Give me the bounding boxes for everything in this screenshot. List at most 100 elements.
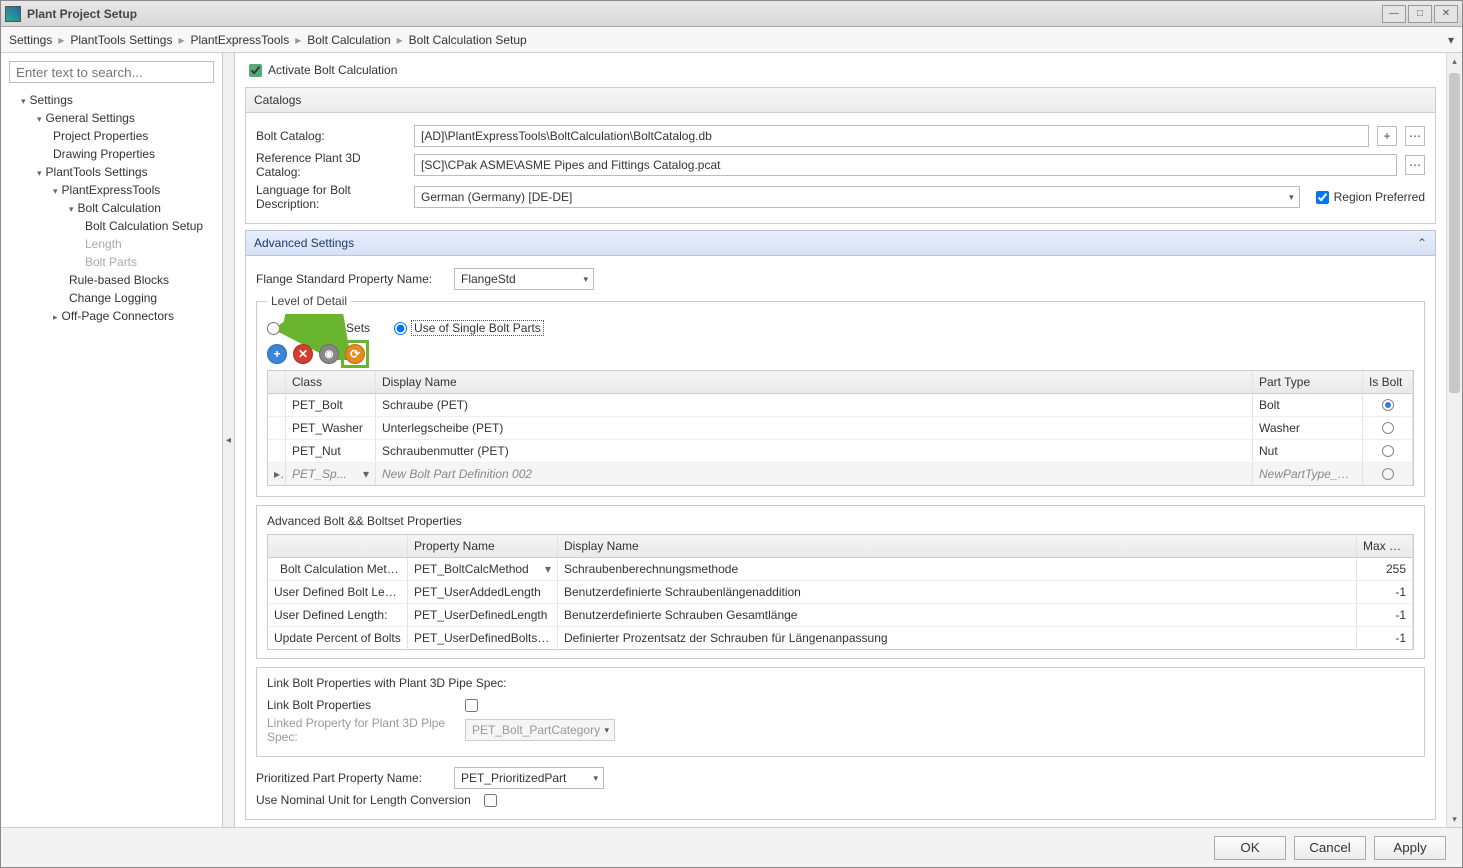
col-display[interactable]: Display Name [558, 535, 1357, 557]
nav-tree: Settings General Settings Project Proper… [9, 91, 214, 325]
cell-class[interactable]: PET_Sp...▾ [286, 463, 376, 485]
add-catalog-button[interactable]: + [1377, 126, 1397, 146]
cell-part: Bolt [1253, 394, 1363, 416]
advanced-settings-header[interactable]: Advanced Settings ⌃ [245, 230, 1436, 256]
radio-boltsets[interactable]: Use of Bolt Sets [267, 321, 370, 335]
browse-catalog-button[interactable]: ⋯ [1405, 126, 1425, 146]
cell-part: NewPartType_002 [1253, 463, 1363, 485]
cell-part: Nut [1253, 440, 1363, 462]
sidebar: Settings General Settings Project Proper… [1, 53, 223, 827]
search-input[interactable] [9, 61, 214, 83]
splitter[interactable]: ◂ [223, 53, 235, 827]
prioritized-dropdown[interactable]: PET_PrioritizedPart [454, 767, 604, 789]
maximize-button[interactable]: □ [1408, 5, 1432, 23]
tree-item-ruleblocks[interactable]: Rule-based Blocks [9, 271, 214, 289]
breadcrumb-item[interactable]: Bolt Calculation [307, 33, 390, 47]
scroll-down-icon[interactable]: ▾ [1447, 811, 1462, 827]
boltset-properties-grid: Property Name Display Name Max Size Bolt… [267, 534, 1414, 650]
language-label: Language for Bolt Description: [256, 183, 406, 211]
tree-item-offpage[interactable]: Off-Page Connectors [9, 307, 214, 325]
tree-item-boltcalc[interactable]: Bolt Calculation [9, 199, 214, 217]
ok-button[interactable]: OK [1214, 836, 1286, 860]
breadcrumb-item[interactable]: Bolt Calculation Setup [409, 33, 527, 47]
cell-isbolt[interactable] [1363, 440, 1413, 462]
adv-boltset-header: Advanced Bolt && Boltset Properties [267, 514, 1414, 528]
table-row[interactable]: User Defined Length: PET_UserDefinedLeng… [268, 604, 1413, 627]
table-row[interactable]: PET_Nut Schraubenmutter (PET) Nut [268, 440, 1413, 463]
table-row[interactable]: PET_Washer Unterlegscheibe (PET) Washer [268, 417, 1413, 440]
prioritized-value: PET_PrioritizedPart [461, 771, 566, 785]
breadcrumb-item[interactable]: Settings [9, 33, 52, 47]
cell-display: Benutzerdefinierte Schraubenlängenadditi… [558, 581, 1357, 603]
cell-max: -1 [1357, 581, 1413, 603]
tree-item-settings[interactable]: Settings [9, 91, 214, 109]
col-parttype[interactable]: Part Type [1253, 371, 1363, 393]
tree-item-drawing-properties[interactable]: Drawing Properties [9, 145, 214, 163]
app-icon [5, 6, 21, 22]
col-class[interactable]: Class [286, 371, 376, 393]
tree-item-plantexpress[interactable]: PlantExpressTools [9, 181, 214, 199]
chevron-left-icon: ◂ [226, 435, 231, 446]
tree-item-boltparts[interactable]: Bolt Parts [9, 253, 214, 271]
table-row[interactable]: User Defined Bolt Length: PET_UserAddedL… [268, 581, 1413, 604]
linkedprop-value: PET_Bolt_PartCategory [472, 723, 600, 737]
col-propname[interactable]: Property Name [408, 535, 558, 557]
breadcrumb-dropdown-icon[interactable]: ▾ [1448, 33, 1454, 47]
cell-prop[interactable]: PET_BoltCalcMethod▾ [408, 558, 558, 580]
tree-item-length[interactable]: Length [9, 235, 214, 253]
cell-prop: PET_UserAddedLength [408, 581, 558, 603]
scrollbar-thumb[interactable] [1449, 73, 1460, 393]
ref3d-catalog-label: Reference Plant 3D Catalog: [256, 151, 406, 179]
tree-item-project-properties[interactable]: Project Properties [9, 127, 214, 145]
minimize-button[interactable]: — [1382, 5, 1406, 23]
bolt-catalog-value: [AD]\PlantExpressTools\BoltCalculation\B… [421, 129, 712, 143]
cancel-button[interactable]: Cancel [1294, 836, 1366, 860]
language-dropdown[interactable]: German (Germany) [DE-DE] [414, 186, 1300, 208]
refresh-button[interactable]: ⟳ [345, 344, 365, 364]
cell-display: Schraube (PET) [376, 394, 1253, 416]
advanced-settings-label: Advanced Settings [254, 236, 354, 250]
nominal-unit-checkbox[interactable] [484, 794, 497, 807]
table-row[interactable]: Bolt Calculation Method: PET_BoltCalcMet… [268, 558, 1413, 581]
col-isbolt[interactable]: Is Bolt [1363, 371, 1413, 393]
titlebar: Plant Project Setup — □ ✕ [1, 1, 1462, 27]
tree-item-boltcalc-setup[interactable]: Bolt Calculation Setup [9, 217, 214, 235]
bolt-catalog-field[interactable]: [AD]\PlantExpressTools\BoltCalculation\B… [414, 125, 1369, 147]
view-row-button[interactable]: ◉ [319, 344, 339, 364]
cell-display: Definierter Prozentsatz der Schrauben fü… [558, 627, 1357, 649]
cell-class: PET_Bolt [286, 394, 376, 416]
tree-item-changelog[interactable]: Change Logging [9, 289, 214, 307]
tree-item-planttools[interactable]: PlantTools Settings [9, 163, 214, 181]
cell-isbolt[interactable] [1363, 463, 1413, 485]
col-display[interactable]: Display Name [376, 371, 1253, 393]
table-row[interactable]: Update Percent of Bolts PET_UserDefinedB… [268, 627, 1413, 649]
catalogs-header-label: Catalogs [254, 93, 301, 107]
cell-display: New Bolt Part Definition 002 [376, 463, 1253, 485]
scrollbar[interactable]: ▴ ▾ [1446, 53, 1462, 827]
breadcrumb-item[interactable]: PlantTools Settings [70, 33, 172, 47]
level-of-detail-fieldset: Level of Detail Use of Bolt Sets Use of … [256, 294, 1425, 497]
apply-button[interactable]: Apply [1374, 836, 1446, 860]
delete-row-button[interactable]: ✕ [293, 344, 313, 364]
cell-isbolt[interactable] [1363, 417, 1413, 439]
activate-boltcalc-label: Activate Bolt Calculation [268, 63, 397, 77]
region-preferred-checkbox[interactable] [1316, 191, 1329, 204]
activate-boltcalc-checkbox[interactable] [249, 64, 262, 77]
tree-item-general[interactable]: General Settings [9, 109, 214, 127]
link-properties-checkbox[interactable] [465, 699, 478, 712]
flange-dropdown[interactable]: FlangeStd [454, 268, 594, 290]
cell-isbolt[interactable] [1363, 394, 1413, 416]
cell-max: -1 [1357, 604, 1413, 626]
ref3d-catalog-field[interactable]: [SC]\CPak ASME\ASME Pipes and Fittings C… [414, 154, 1397, 176]
table-row[interactable]: PET_Bolt Schraube (PET) Bolt [268, 394, 1413, 417]
radio-single[interactable]: Use of Single Bolt Parts [394, 320, 544, 336]
breadcrumb-item[interactable]: PlantExpressTools [190, 33, 289, 47]
col-maxsize[interactable]: Max Size [1357, 535, 1413, 557]
browse-ref3d-button[interactable]: ⋯ [1405, 155, 1425, 175]
collapse-icon[interactable]: ⌃ [1417, 236, 1427, 250]
link-chk-label: Link Bolt Properties [267, 698, 457, 712]
table-row-new[interactable]: ▸ PET_Sp...▾ New Bolt Part Definition 00… [268, 463, 1413, 485]
close-button[interactable]: ✕ [1434, 5, 1458, 23]
scroll-up-icon[interactable]: ▴ [1447, 53, 1462, 69]
add-row-button[interactable]: + [267, 344, 287, 364]
